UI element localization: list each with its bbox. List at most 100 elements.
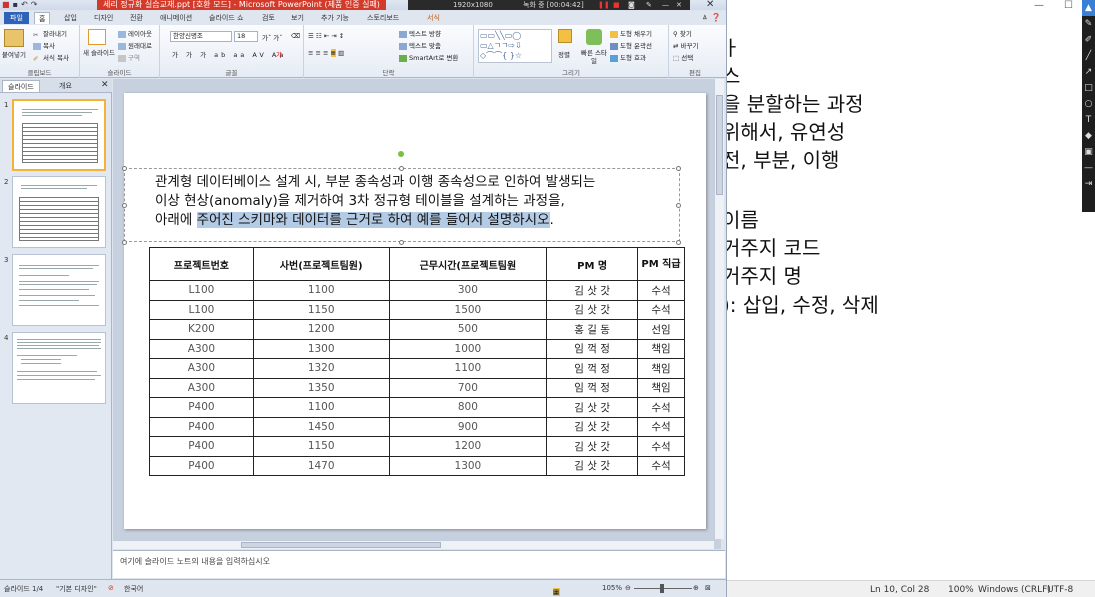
slide-thumbnail-4[interactable] [12,332,106,404]
tab-format[interactable]: 서식 [423,12,444,24]
pencil-icon[interactable]: ✎ [646,0,652,10]
resize-handle[interactable] [122,203,127,208]
slideshow-view-icon[interactable]: ▭ [553,588,560,596]
find-button[interactable]: ⚲ 찾기 [673,28,692,38]
slide-thumbnail-2[interactable] [12,176,106,248]
work-hours-cell[interactable]: 1500 [388,299,548,320]
question-textbox[interactable]: 관계형 데이터베이스 설계 시, 부분 종속성과 이행 종속성으로 인하여 발생… [122,166,681,245]
replace-button[interactable]: ⇄ 바꾸기 [673,40,698,50]
text-icon[interactable]: T [1082,112,1095,128]
tab-transitions[interactable]: 전환 [126,12,147,24]
project-number-cell[interactable]: P400 [149,455,254,476]
question-text[interactable]: 관계형 데이터베이스 설계 시, 부분 종속성과 이행 종속성으로 인하여 발생… [155,173,685,230]
editor-line[interactable]: 전, 부분, 이행 [722,144,839,173]
resize-handle[interactable] [399,240,404,245]
project-number-cell[interactable]: L100 [149,299,254,320]
shape-fill-button[interactable]: 도형 채우기 [610,28,652,38]
project-number-cell[interactable]: P400 [149,397,254,418]
pen-icon[interactable]: ✎ [1082,16,1095,32]
align-icons[interactable]: ≡ ≡ ≡ ≣ ▥ [308,49,344,57]
selected-text[interactable]: 주어진 스키마와 데이터를 근거로 하여 예를 들어서 설명하시오 [196,212,550,228]
stop-icon[interactable]: ■ [613,0,620,10]
work-hours-cell[interactable]: 800 [388,397,548,418]
pm-name-cell[interactable]: 김 삿 갓 [546,436,639,457]
employee-id-cell[interactable]: 1300 [252,338,390,359]
resize-handle[interactable] [399,166,404,171]
redo-icon[interactable]: ↷ [31,0,38,9]
editor-line[interactable]: 거주지 코드 [722,232,820,261]
editor-line[interactable]: ): 삽입, 수정, 삭제 [722,289,879,318]
shapes-gallery[interactable]: ▭▭╲╲▭◯ ▭△ㄱㄱ⇨⇩ ◇⌒⌒{ }☆ [478,29,552,63]
horizontal-scroll-thumb[interactable] [241,542,441,548]
employee-id-cell[interactable]: 1470 [252,455,390,476]
employee-id-cell[interactable]: 1450 [252,416,390,437]
minus-icon[interactable]: — [1082,160,1095,176]
whiteboard-icon[interactable]: ▣ [1082,144,1095,160]
employee-id-cell[interactable]: 1200 [252,319,390,340]
pm-name-cell[interactable]: 임 꺽 정 [546,358,639,379]
vertical-scroll-thumb[interactable] [716,95,723,195]
pm-rank-cell[interactable]: 수석 [637,455,685,476]
arrange-icon[interactable] [558,29,572,43]
shape-effects-button[interactable]: 도형 효과 [610,52,646,62]
employee-id-cell[interactable]: 1100 [252,280,390,301]
maximize-button[interactable]: ☐ [1064,0,1073,11]
undo-icon[interactable]: ↶ [21,0,28,9]
pm-rank-cell[interactable]: 책임 [637,338,685,359]
rotation-handle[interactable] [398,151,404,157]
tab-slideshow[interactable]: 슬라이드 쇼 [205,12,247,24]
copy-button[interactable]: 복사 [33,40,55,50]
text-direction-button[interactable]: 텍스트 방향 [399,28,441,38]
pm-name-cell[interactable]: 임 꺽 정 [546,377,639,398]
editor-line[interactable]: 을 분할하는 과정 [722,88,864,117]
minimize-button[interactable]: — [1034,0,1044,11]
work-hours-cell[interactable]: 700 [388,377,548,398]
work-hours-cell[interactable]: 1300 [388,455,548,476]
arrow-icon[interactable]: ↗ [1082,64,1095,80]
pm-name-cell[interactable]: 김 삿 갓 [546,299,639,320]
tab-design[interactable]: 디자인 [90,12,117,24]
close-icon[interactable]: ✕ [706,0,714,10]
ellipse-icon[interactable]: ○ [1082,96,1095,112]
pm-rank-cell[interactable]: 수석 [637,299,685,320]
project-number-cell[interactable]: P400 [149,416,254,437]
pm-name-cell[interactable]: 김 삿 갓 [546,397,639,418]
camera-icon[interactable]: ◙ [628,0,635,10]
tab-storyboard[interactable]: 스토리보드 [363,12,403,24]
notes-pane[interactable]: 여기에 슬라이드 노트의 내용을 입력하십시오 [113,550,725,578]
eraser-icon[interactable]: ◆ [1082,128,1095,144]
work-hours-cell[interactable]: 1100 [388,358,548,379]
cut-button[interactable]: ✂ 잘라내기 [33,28,67,39]
slide-canvas[interactable]: 관계형 데이터베이스 설계 시, 부분 종속성과 이행 종속성으로 인하여 발생… [122,93,706,529]
resize-handle[interactable] [676,240,681,245]
pointer-icon[interactable]: ▲ [1082,0,1095,16]
spellcheck-icon[interactable]: ⊘ [108,584,114,592]
pm-rank-cell[interactable]: 책임 [637,377,685,398]
grow-font-icon[interactable]: 가ˆ 가ˇ [262,32,283,42]
project-number-cell[interactable]: A300 [149,377,254,398]
pm-rank-cell[interactable]: 수석 [637,436,685,457]
pm-rank-cell[interactable]: 선임 [637,319,685,340]
pm-rank-cell[interactable]: 책임 [637,358,685,379]
notes-placeholder[interactable]: 여기에 슬라이드 노트의 내용을 입력하십시오 [120,556,270,567]
save-icon[interactable]: ▪ [13,0,18,9]
tab-view[interactable]: 보기 [287,12,308,24]
project-number-cell[interactable]: A300 [149,338,254,359]
fit-slide-icon[interactable]: ⊠ [705,584,711,592]
editor-line[interactable]: 위해서, 유연성 [722,116,845,145]
zoom-slider-knob[interactable] [660,584,664,593]
tab-slides[interactable]: 슬라이드 [2,80,40,92]
language[interactable]: 한국어 [124,584,143,594]
tab-home[interactable]: 홈 [34,12,51,24]
font-size-select[interactable]: 18 [234,31,258,42]
tab-addins[interactable]: 추가 기능 [317,12,353,24]
slide-thumbnail-1[interactable] [12,99,106,171]
work-hours-cell[interactable]: 1200 [388,436,548,457]
resize-handle[interactable] [122,166,127,171]
minimize-recorder-icon[interactable]: — [662,0,669,10]
pm-name-cell[interactable]: 홍 길 동 [546,319,639,340]
project-number-cell[interactable]: P400 [149,436,254,457]
horizontal-scrollbar[interactable] [113,540,714,549]
employee-id-cell[interactable]: 1350 [252,377,390,398]
select-button[interactable]: ⬚ 선택 [673,52,693,62]
